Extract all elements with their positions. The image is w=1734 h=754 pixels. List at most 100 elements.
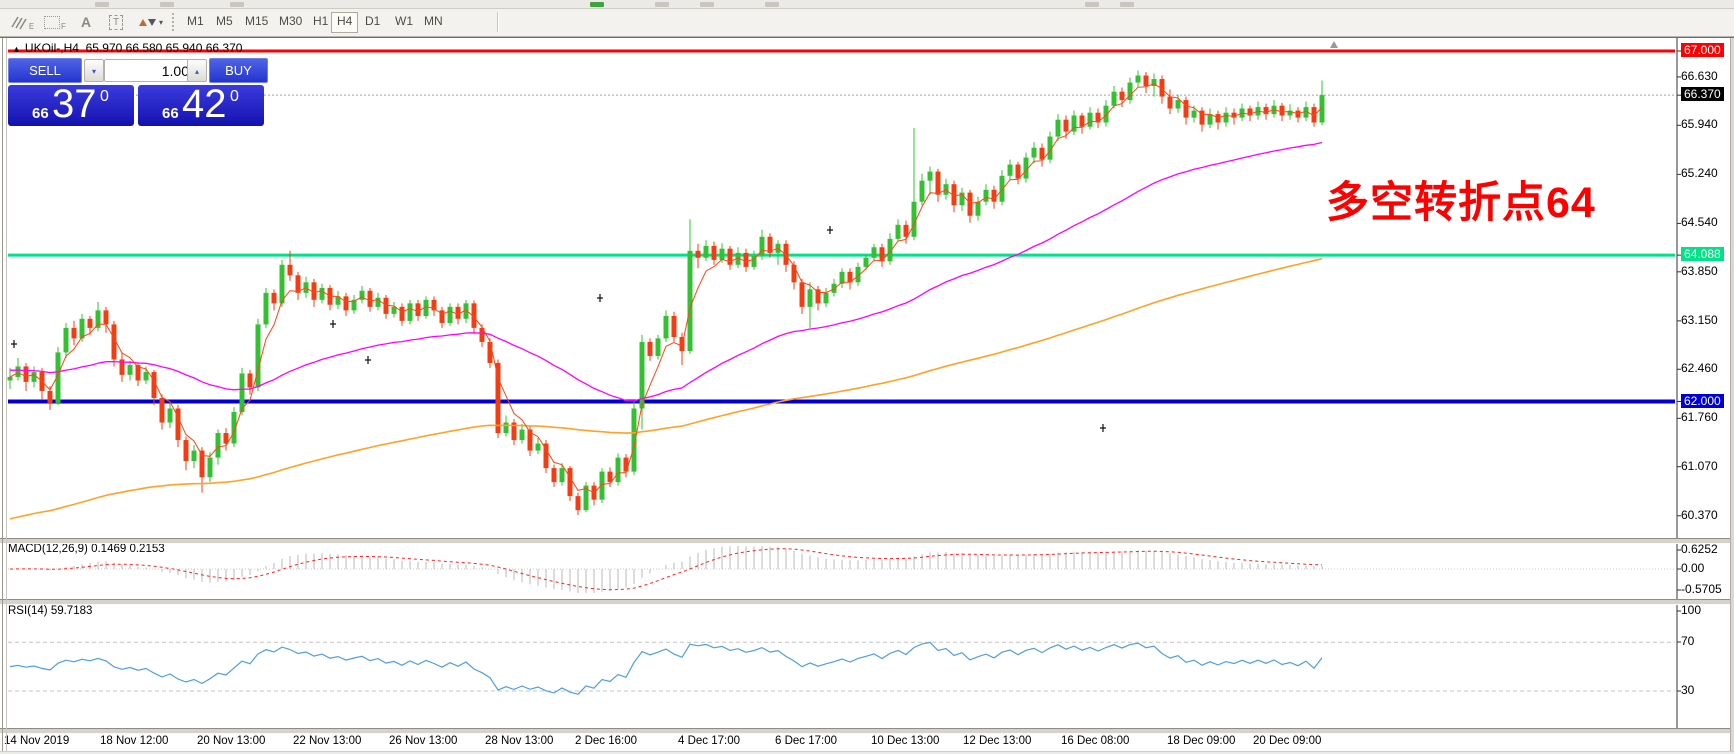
indicator-lines-icon[interactable]: E [8, 11, 36, 33]
chart-text-annotation: 多空转折点64 [1326, 179, 1596, 227]
candle-body [343, 296, 349, 311]
macd-pane-separator[interactable] [0, 538, 1734, 544]
candle-body [663, 315, 669, 339]
timeframe-button-m1[interactable]: M1 [182, 12, 209, 31]
sell-button[interactable]: SELL [8, 58, 82, 83]
mt4-application-window: E F A T ▾ M1 M5 M15 M30 H1 H4 D1 W1 MN ▲ UKOil-,H4 65.… [0, 0, 1734, 754]
candle-body [495, 362, 501, 434]
volume-increase-button[interactable]: ▴ [187, 59, 207, 82]
collapse-triangle-icon[interactable]: ▲ [12, 44, 21, 54]
candle-body [983, 189, 989, 202]
time-tick-label: 6 Dec 17:00 [775, 735, 838, 747]
macd-indicator-label: MACD(12,26,9) 0.1469 0.2153 [8, 543, 165, 555]
timeframe-button-h4[interactable]: H4 [331, 12, 359, 33]
candle-body [895, 224, 901, 239]
price-tick-label: 0.6252 [1681, 542, 1718, 556]
candle-body [975, 201, 981, 216]
candle-body [391, 306, 397, 314]
timeframe-button-w1[interactable]: W1 [390, 12, 418, 31]
candle-body [191, 450, 197, 462]
volume-input[interactable] [104, 59, 198, 82]
candle-body [167, 408, 173, 423]
price-tick-label: 61.760 [1681, 410, 1718, 425]
candle-body [1223, 112, 1229, 123]
indicator-subwindow-icon[interactable]: F [42, 11, 68, 33]
candle-body [1215, 114, 1221, 123]
candle-body [703, 245, 709, 258]
chart-plot-area[interactable] [0, 38, 1734, 754]
candle-body [359, 290, 365, 300]
rsi-line [9, 641, 1323, 695]
diagonal-lines-glyph [11, 16, 27, 30]
buy-button[interactable]: BUY [209, 58, 268, 83]
timeframe-button-mn[interactable]: MN [419, 12, 448, 31]
candle-body [71, 327, 77, 339]
arrow-object-marker[interactable] [11, 340, 17, 348]
candle-body [375, 297, 381, 307]
volume-decrease-button[interactable]: ▾ [84, 59, 104, 82]
sell-price-bigfigure: 66 [32, 105, 49, 122]
candle-body [1007, 164, 1013, 176]
partial-toolbar-icon [655, 2, 669, 7]
price-level-badge: 67.000 [1681, 43, 1724, 57]
timeframe-button-m30[interactable]: M30 [274, 12, 307, 31]
time-tick-label: 4 Dec 17:00 [678, 735, 741, 747]
sell-price-tile[interactable]: 66 37 0 [8, 82, 134, 126]
price-tick-label: -0.5705 [1681, 582, 1722, 596]
partial-toolbar-icon [95, 2, 109, 7]
text-box-icon[interactable]: T [104, 11, 128, 33]
toolbar-drag-handle[interactable] [172, 13, 177, 31]
timeframe-button-m15[interactable]: M15 [240, 12, 273, 31]
arrow-object-marker[interactable] [827, 226, 833, 234]
spinner-down-icon: ▾ [91, 67, 96, 76]
candle-body [655, 338, 661, 356]
timeframe-button-h1[interactable]: H1 [308, 12, 333, 31]
candle-body [127, 365, 133, 375]
text-label-icon[interactable]: A [76, 11, 96, 33]
candle-body [567, 468, 573, 497]
timeframe-button-d1[interactable]: D1 [360, 12, 385, 31]
down-arrow-glyph [147, 18, 156, 26]
candle-body [871, 247, 877, 258]
price-tick-label: 70 [1681, 634, 1695, 648]
candle-body [711, 245, 717, 260]
candle-body [47, 390, 53, 403]
chart-title: ▲ UKOil-,H4 65.970 66.580 65.940 66.370 [12, 41, 242, 55]
time-tick-label: 14 Nov 2019 [4, 735, 70, 747]
rsi-pane-separator[interactable] [0, 599, 1734, 605]
candle-body [143, 372, 149, 381]
time-tick-label: 18 Nov 12:00 [100, 735, 169, 747]
candle-body [415, 303, 421, 316]
arrow-object-marker[interactable] [597, 294, 603, 302]
candle-body [1087, 112, 1093, 127]
price-tick-label: 65.940 [1681, 117, 1718, 132]
candle-body [519, 429, 525, 441]
time-tick-label: 18 Dec 09:00 [1167, 735, 1236, 747]
candle-body [23, 366, 29, 382]
candle-body [719, 248, 725, 260]
candle-body [1263, 107, 1269, 115]
arrow-object-marker[interactable] [365, 356, 371, 364]
window-scrollbar-edge[interactable] [1730, 38, 1734, 754]
arrow-object-marker[interactable] [330, 320, 336, 328]
arrow-objects-icon[interactable]: ▾ [134, 11, 168, 33]
candle-body [1175, 100, 1181, 109]
spinner-up-icon: ▴ [194, 67, 199, 76]
price-tick-label: 62.460 [1681, 361, 1718, 376]
time-tick-label: 16 Dec 08:00 [1061, 735, 1130, 747]
price-tick-label: 63.150 [1681, 312, 1718, 327]
arrow-object-marker[interactable] [1100, 424, 1106, 432]
price-tick-label: 65.240 [1681, 166, 1718, 181]
candle-body [367, 290, 373, 307]
timeframe-button-m5[interactable]: M5 [211, 12, 238, 31]
candle-body [1079, 115, 1085, 127]
candle-body [447, 306, 453, 323]
chart-window[interactable]: ▲ UKOil-,H4 65.970 66.580 65.940 66.370 S… [0, 37, 1734, 754]
candle-body [1015, 164, 1021, 179]
chart-shift-marker[interactable] [1330, 41, 1338, 48]
price-level-badge: 64.088 [1681, 247, 1724, 262]
candle-body [95, 310, 101, 328]
candle-body [63, 327, 69, 353]
candle-body [103, 310, 109, 325]
buy-price-tile[interactable]: 66 42 0 [138, 82, 264, 126]
